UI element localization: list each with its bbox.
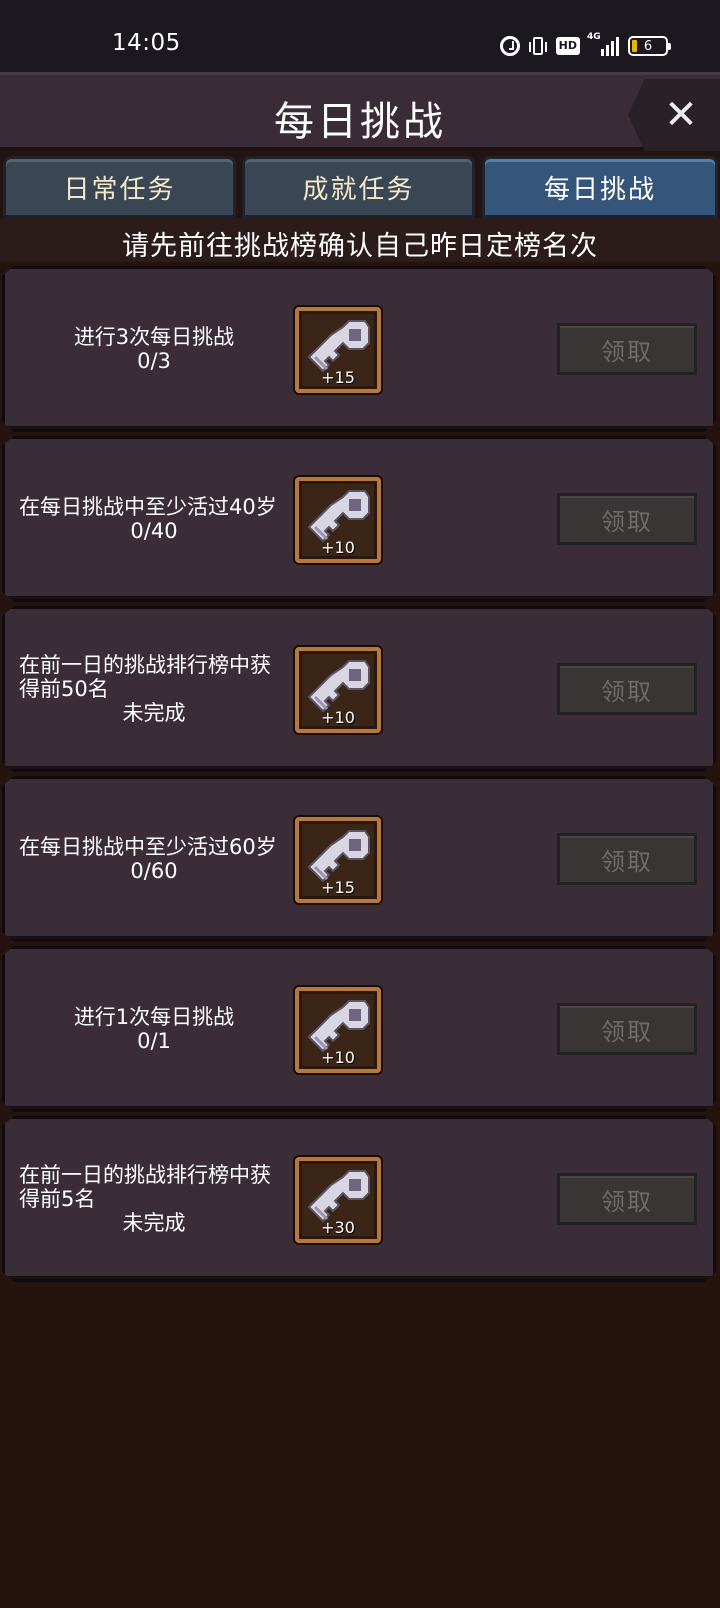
reward-amount: +10 xyxy=(321,538,355,557)
task-progress: 0/40 xyxy=(130,519,178,543)
key-icon xyxy=(305,997,371,1055)
task-progress: 0/1 xyxy=(137,1029,171,1053)
task-description: 在每日挑战中至少活过40岁 xyxy=(19,495,277,519)
signal-4g-icon: 4G xyxy=(587,32,619,56)
key-icon xyxy=(305,317,371,375)
reward-amount: +10 xyxy=(321,1048,355,1067)
task-card: 在每日挑战中至少活过60岁 0/60 +15 领取 xyxy=(2,776,716,942)
task-card: 在前一日的挑战排行榜中获得前50名 未完成 +10 领取 xyxy=(2,606,716,772)
tab-daily-challenge[interactable]: 每日挑战 xyxy=(482,156,718,218)
task-card: 在每日挑战中至少活过40岁 0/40 +10 领取 xyxy=(2,436,716,602)
key-icon xyxy=(305,487,371,545)
task-card: 进行3次每日挑战 0/3 +15 领取 xyxy=(2,266,716,432)
close-button[interactable]: ✕ xyxy=(628,79,720,151)
reward-amount: +15 xyxy=(321,368,355,387)
task-card: 进行1次每日挑战 0/1 +10 领取 xyxy=(2,946,716,1112)
hint-text: 请先前往挑战榜确认自己昨日定榜名次 xyxy=(122,231,598,262)
reward-key-item[interactable]: +10 xyxy=(295,647,381,733)
task-description: 在前一日的挑战排行榜中获得前50名 xyxy=(19,653,271,701)
task-text: 在前一日的挑战排行榜中获得前5名 未完成 xyxy=(19,1119,289,1279)
task-text: 进行1次每日挑战 0/1 xyxy=(19,949,289,1109)
battery-icon: 6 xyxy=(628,36,671,56)
task-description: 在前一日的挑战排行榜中获得前5名 xyxy=(19,1163,271,1211)
task-description: 进行3次每日挑战 xyxy=(73,325,235,349)
hint-bar: 请先前往挑战榜确认自己昨日定榜名次 xyxy=(0,218,720,262)
task-progress: 0/60 xyxy=(130,859,178,883)
close-icon: ✕ xyxy=(664,92,698,138)
task-progress: 未完成 xyxy=(122,701,186,725)
reward-amount: +30 xyxy=(321,1218,355,1237)
reward-amount: +10 xyxy=(321,708,355,727)
key-icon xyxy=(305,1167,371,1225)
task-text: 在前一日的挑战排行榜中获得前50名 未完成 xyxy=(19,609,289,769)
tab-achievement-tasks[interactable]: 成就任务 xyxy=(242,156,475,218)
reward-amount: +15 xyxy=(321,878,355,897)
tab-bar: 日常任务 成就任务 每日挑战 xyxy=(0,156,720,218)
reward-key-item[interactable]: +15 xyxy=(295,307,381,393)
vibrate-icon xyxy=(528,37,547,55)
page-title: 每日挑战 xyxy=(274,99,446,145)
title-bar: 每日挑战 ✕ xyxy=(0,72,720,151)
reward-key-item[interactable]: +10 xyxy=(295,477,381,563)
claim-button[interactable]: 领取 xyxy=(557,323,697,375)
task-text: 在每日挑战中至少活过40岁 0/40 xyxy=(19,439,289,599)
claim-button[interactable]: 领取 xyxy=(557,1003,697,1055)
task-text: 进行3次每日挑战 0/3 xyxy=(19,269,289,429)
task-text: 在每日挑战中至少活过60岁 0/60 xyxy=(19,779,289,939)
status-icons: HD 4G 6 xyxy=(499,32,671,59)
claim-button[interactable]: 领取 xyxy=(557,833,697,885)
battery-level: 6 xyxy=(643,38,653,54)
hd-icon: HD xyxy=(555,37,580,55)
key-icon xyxy=(305,657,371,715)
task-progress: 0/3 xyxy=(137,349,171,373)
key-icon xyxy=(305,827,371,885)
task-description: 在每日挑战中至少活过60岁 xyxy=(19,835,277,859)
network-type: 4G xyxy=(587,32,601,42)
claim-button[interactable]: 领取 xyxy=(557,663,697,715)
tab-daily-tasks[interactable]: 日常任务 xyxy=(3,156,236,218)
claim-button[interactable]: 领取 xyxy=(557,1173,697,1225)
reward-key-item[interactable]: +30 xyxy=(295,1157,381,1243)
task-card: 在前一日的挑战排行榜中获得前5名 未完成 +30 领取 xyxy=(2,1116,716,1282)
reward-key-item[interactable]: +15 xyxy=(295,817,381,903)
reward-key-item[interactable]: +10 xyxy=(295,987,381,1073)
alarm-icon xyxy=(499,36,520,56)
claim-button[interactable]: 领取 xyxy=(557,493,697,545)
status-time: 14:05 xyxy=(112,30,181,56)
status-bar: 14:05 HD 4G 6 xyxy=(0,0,720,72)
task-progress: 未完成 xyxy=(122,1211,186,1235)
task-description: 进行1次每日挑战 xyxy=(73,1005,235,1029)
